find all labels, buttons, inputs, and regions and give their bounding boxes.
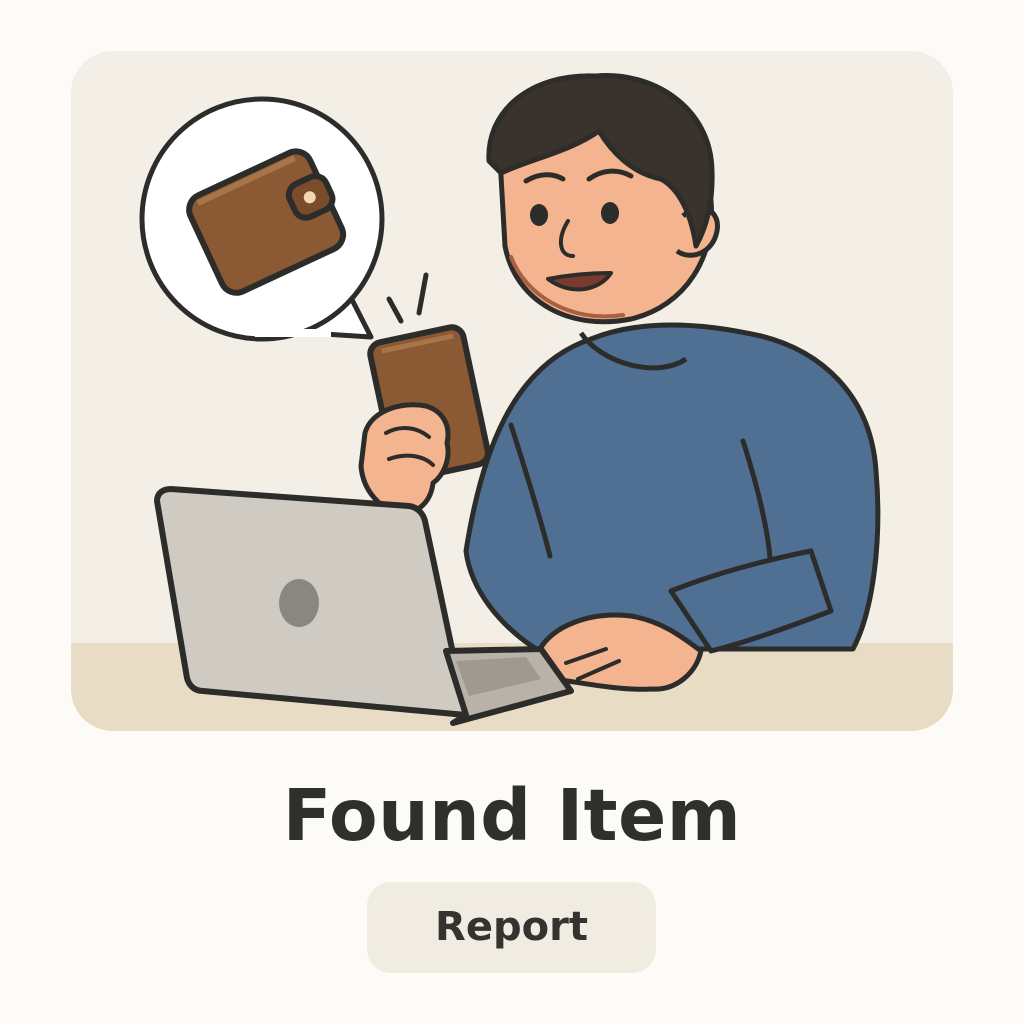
- motion-mark-right: [416, 272, 429, 316]
- page-title: Found Item: [282, 774, 742, 857]
- illustration-card: [71, 51, 953, 731]
- report-button[interactable]: Report: [367, 882, 656, 973]
- found-wallet-illustration: [71, 73, 953, 731]
- thought-bubble: [139, 96, 385, 342]
- person-head: [486, 73, 720, 325]
- motion-mark-left: [386, 296, 404, 324]
- found-item-page: Found Item Report: [0, 0, 1024, 1024]
- person-torso: [463, 322, 881, 654]
- left-hand: [358, 402, 451, 516]
- laptop-logo: [279, 579, 319, 627]
